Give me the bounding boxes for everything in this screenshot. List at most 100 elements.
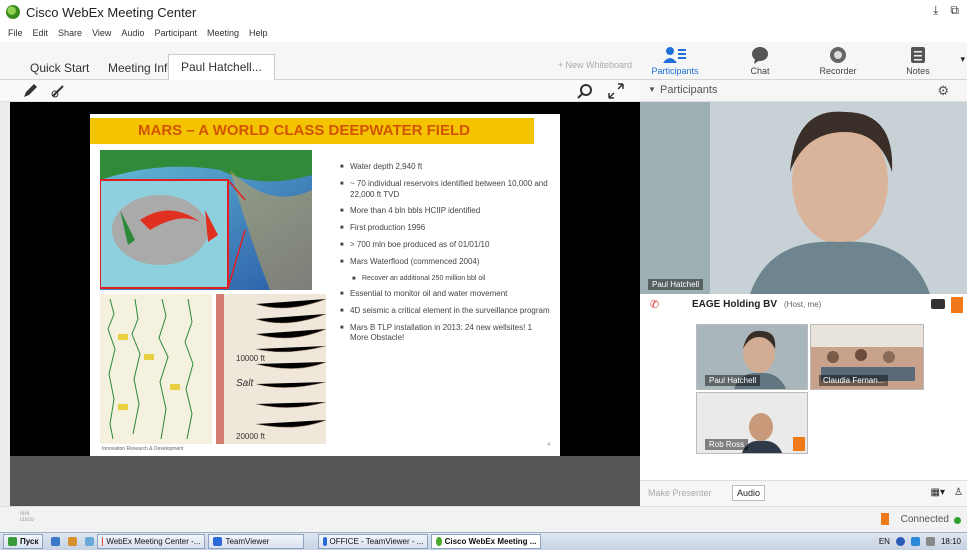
folder-icon[interactable] (68, 537, 78, 546)
video-thumbnails: Paul Hatchell Claudia Fernan... Rob Ross (640, 316, 967, 480)
volume-icon[interactable] (925, 537, 935, 546)
thumb-name: Paul Hatchell (705, 375, 761, 386)
record-icon (830, 47, 846, 63)
make-presenter-button[interactable]: Make Presenter (648, 488, 712, 498)
depth-label-20000: 20000 ft (236, 432, 265, 441)
taskbar-cisco-webex[interactable]: Cisco WebEx Meeting ... (431, 534, 542, 549)
taskbar-webex-center[interactable]: WebEx Meeting Center -... (97, 534, 206, 549)
field-map-image (100, 150, 312, 290)
new-whiteboard-button[interactable]: + New Whiteboard (558, 60, 632, 70)
bullet-item: 4D seismic a critical element in the sur… (340, 306, 550, 317)
chat-panel-button[interactable]: Chat (725, 46, 795, 76)
windows-taskbar: Пуск WebEx Meeting Center -... TeamViewe… (0, 532, 967, 550)
system-tray: EN 18:10 (879, 537, 967, 546)
pointer-tool-icon[interactable] (50, 83, 66, 99)
menu-share[interactable]: Share (58, 28, 82, 38)
bullet-item: First production 1996 (340, 223, 550, 234)
depth-label-10000: 10000 ft (236, 354, 265, 363)
browser-icon (102, 537, 104, 546)
thumb-rob-ross[interactable]: Rob Ross (696, 392, 808, 454)
tab-shared-content[interactable]: Paul Hatchell... (168, 54, 275, 81)
start-button[interactable]: Пуск (3, 534, 44, 549)
bullet-item: Mars B TLP installation in 2013: 24 new … (340, 323, 550, 345)
well-logs-image (100, 294, 212, 444)
shared-slide: MARS – A WORLD CLASS DEEPWATER FIELD 100… (90, 114, 560, 456)
chat-label: Chat (750, 66, 770, 76)
speaker-name-label: Paul Hatchell (648, 279, 704, 290)
add-participant-icon[interactable]: ♙ (954, 487, 963, 498)
minimize-to-tray-button[interactable]: ⤓ (933, 3, 938, 18)
viewer-empty-area (10, 456, 640, 506)
window-controls: ⤓ ⧉ (933, 3, 959, 18)
thumb-name: Rob Ross (705, 439, 749, 450)
menu-edit[interactable]: Edit (33, 28, 49, 38)
video-camera-icon[interactable] (931, 299, 945, 309)
windows-flag-icon (8, 537, 17, 546)
gear-icon[interactable]: ⚙ (937, 83, 949, 99)
sub-bullet-item: Recover an additional 250 million bbl oi… (340, 274, 550, 284)
window-title: Cisco WebEx Meeting Center (26, 4, 197, 20)
tab-quick-start[interactable]: Quick Start (18, 56, 101, 80)
thumb-claudia-fernan[interactable]: Claudia Fernan... (810, 324, 924, 390)
participants-label: Participants (651, 66, 699, 76)
status-bar: ılıılı cisco Connected (0, 506, 967, 532)
taskbar-office-teamviewer[interactable]: OFFICE - TeamViewer - ... (318, 534, 429, 549)
collapse-arrow-icon[interactable]: ▼ (648, 85, 656, 94)
menu-view[interactable]: View (92, 28, 111, 38)
menu-meeting[interactable]: Meeting (207, 28, 239, 38)
teamviewer-icon (213, 537, 223, 546)
taskbar-teamviewer[interactable]: TeamViewer (208, 534, 305, 549)
title-bar: Cisco WebEx Meeting Center ⤓ ⧉ (0, 0, 967, 24)
active-speaker-video: Paul Hatchell (640, 102, 967, 294)
notes-label: Notes (906, 66, 930, 76)
participants-header-label: Participants (660, 84, 718, 96)
audio-button[interactable]: Audio (732, 485, 766, 501)
zoom-icon[interactable] (576, 83, 594, 99)
teamviewer-icon (323, 537, 327, 546)
help-icon[interactable] (895, 537, 905, 546)
quick-launch (51, 537, 95, 546)
seismic-section-image (216, 294, 326, 444)
network-icon[interactable] (910, 537, 920, 546)
fullscreen-icon[interactable] (608, 83, 624, 99)
bullet-item: Mars Waterflood (commenced 2004) (340, 257, 550, 268)
host-row: ✆ EAGE Holding BV (Host, me) (640, 294, 967, 316)
slide-title: MARS – A WORLD CLASS DEEPWATER FIELD (138, 122, 470, 139)
presenter-ball-icon (793, 437, 805, 451)
participants-panel-footer: Make Presenter Audio ▦▾ ♙ (640, 480, 967, 506)
webex-logo-icon (6, 5, 20, 19)
language-indicator[interactable]: EN (879, 537, 890, 546)
connected-dot-icon (954, 517, 961, 524)
notes-icon (911, 47, 925, 63)
webex-window: Cisco WebEx Meeting Center ⤓ ⧉ File Edit… (0, 0, 967, 550)
bullet-item: > 700 mln boe produced as of 01/01/10 (340, 240, 550, 251)
menu-participant[interactable]: Participant (154, 28, 197, 38)
webex-icon (436, 537, 442, 546)
bullet-item: Water depth 2,940 ft (340, 162, 550, 173)
menu-file[interactable]: File (8, 28, 23, 38)
more-tools-icon[interactable]: ▾ (960, 54, 965, 65)
salt-label: Salt (236, 378, 254, 389)
recorder-panel-button[interactable]: Recorder (803, 46, 873, 76)
menu-audio[interactable]: Audio (121, 28, 144, 38)
pen-icon[interactable] (22, 83, 38, 99)
connection-status: Connected (900, 514, 949, 525)
no-audio-icon: ✆ (650, 299, 660, 311)
slide-page-number: 4 (547, 442, 550, 448)
menu-help[interactable]: Help (249, 28, 268, 38)
restore-button[interactable]: ⧉ (950, 3, 959, 18)
panel-tools: Participants Chat Recorder Notes ▾ (640, 42, 967, 80)
thumb-name: Claudia Fernan... (819, 375, 889, 386)
notes-panel-button[interactable]: Notes (883, 46, 953, 76)
layout-icon[interactable]: ▦▾ (931, 487, 945, 498)
ie-icon[interactable] (51, 537, 61, 546)
slide-bullets: Water depth 2,940 ft ~ 70 individual res… (340, 162, 550, 350)
menu-bar: File Edit Share View Audio Participant M… (0, 24, 967, 42)
participants-panel-button[interactable]: Participants (640, 46, 710, 76)
desktop-icon[interactable] (85, 537, 95, 546)
participants-icon (663, 47, 686, 63)
host-role: (Host, me) (784, 300, 822, 309)
thumb-paul-hatchell[interactable]: Paul Hatchell (696, 324, 808, 390)
presenter-ball-icon (951, 297, 963, 313)
chat-icon (752, 47, 768, 64)
